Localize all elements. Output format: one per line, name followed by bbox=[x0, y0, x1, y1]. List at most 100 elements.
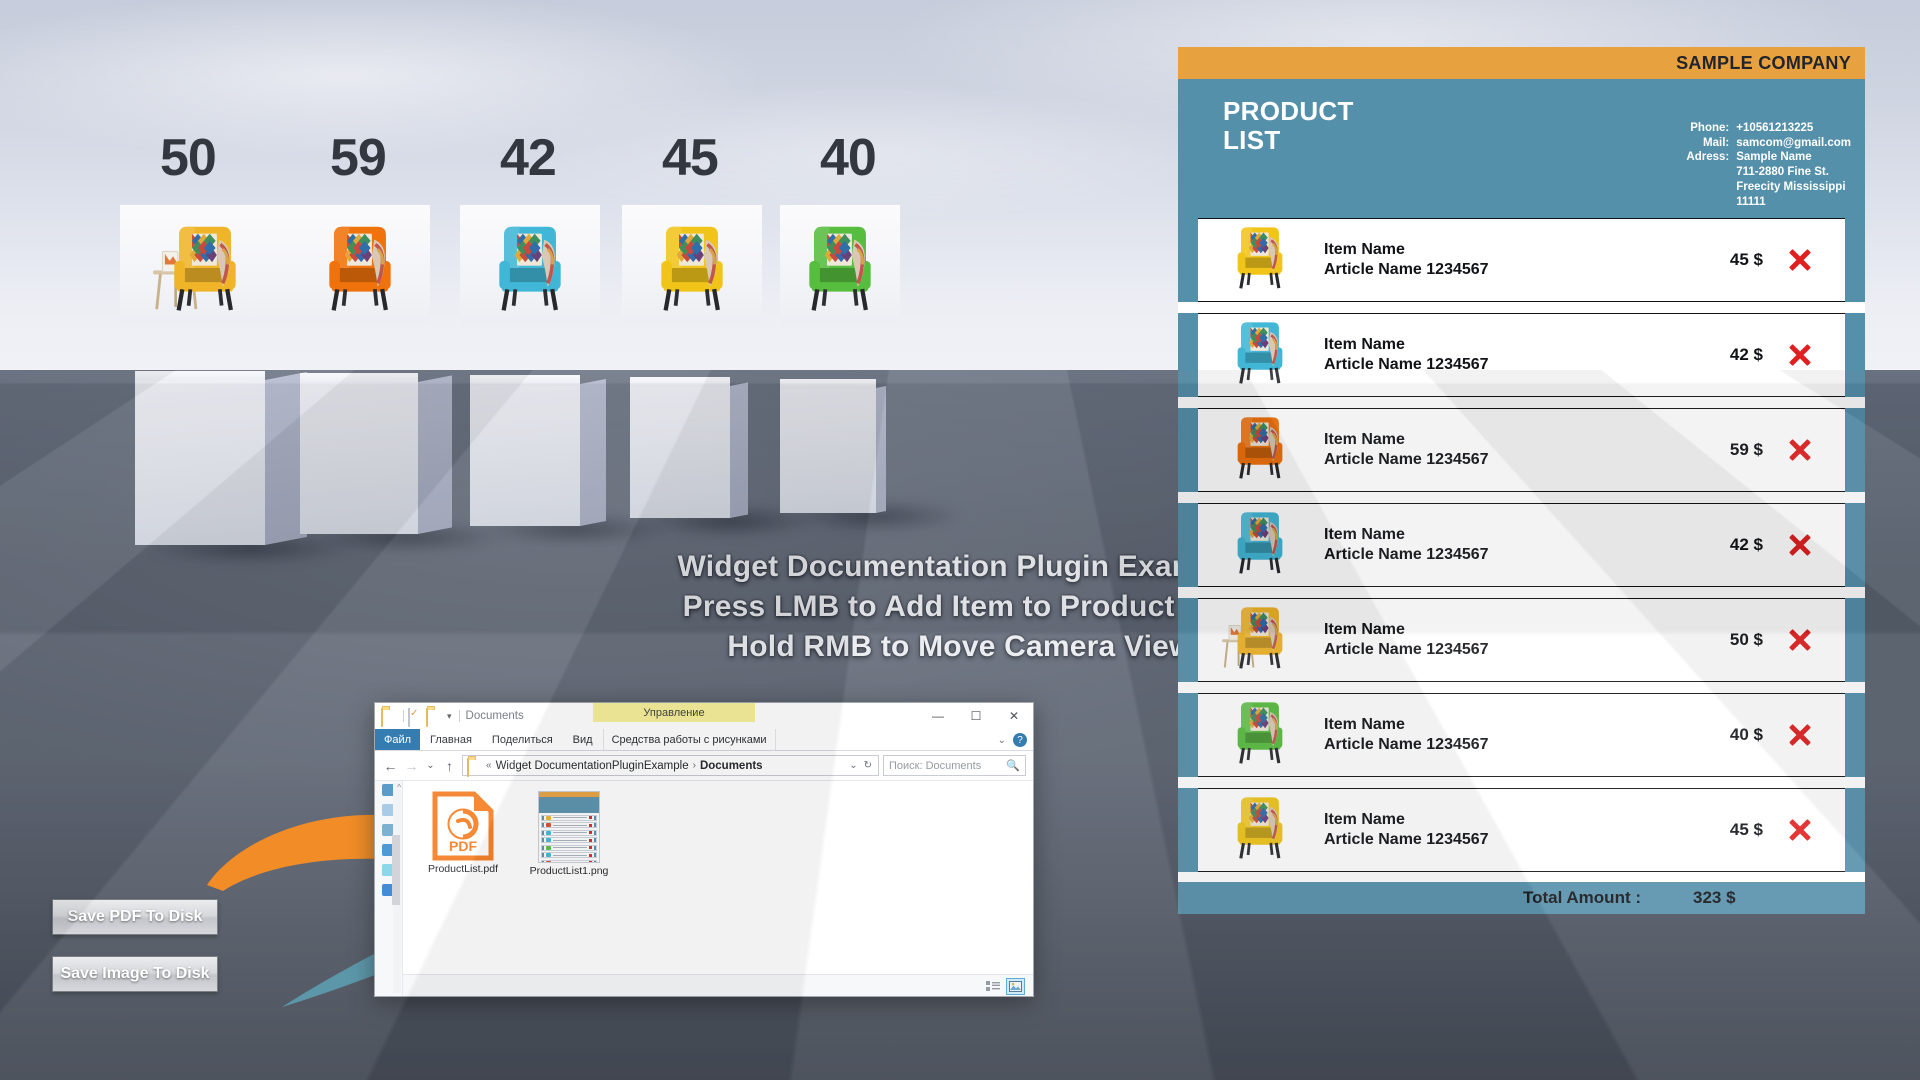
properties-icon[interactable] bbox=[408, 708, 422, 727]
help-icon[interactable]: ? bbox=[1013, 733, 1027, 747]
product-price: 40 $ bbox=[1729, 725, 1763, 744]
product-text-block: Item Name Article Name 1234567 bbox=[1314, 620, 1667, 661]
maximize-button[interactable]: ☐ bbox=[957, 703, 995, 729]
company-name: SAMPLE COMPANY bbox=[1676, 52, 1851, 73]
explorer-titlebar[interactable]: ▾ Documents Управление — ☐ ✕ bbox=[375, 703, 1033, 729]
explorer-ribbon[interactable]: Файл Главная Поделиться Вид Средства раб… bbox=[375, 729, 1033, 751]
product-article-name: Article Name 1234567 bbox=[1324, 356, 1489, 373]
product-text-block: Item Name Article Name 1234567 bbox=[1314, 240, 1667, 281]
contact-label-address: Adress: bbox=[1686, 151, 1730, 164]
delete-item-button[interactable] bbox=[1763, 722, 1837, 748]
ribbon-tab-share[interactable]: Поделиться bbox=[482, 729, 563, 750]
product-list-panel[interactable]: SAMPLE COMPANY PRODUCT LIST Phone: Mail:… bbox=[1178, 47, 1865, 1018]
table-row[interactable]: Item Name Article Name 1234567 59 $ bbox=[1178, 408, 1865, 492]
file-list-area[interactable]: PDF ProductList.pdf ProductList1.png bbox=[403, 781, 1033, 996]
product-article-name: Article Name 1234567 bbox=[1324, 641, 1489, 658]
address-bar[interactable]: « Widget DocumentationPluginExample › Do… bbox=[462, 755, 879, 777]
minimize-button[interactable]: — bbox=[919, 703, 957, 729]
breadcrumb-separator-icon: › bbox=[692, 760, 696, 771]
explorer-navigation-pane[interactable]: ^ bbox=[375, 781, 403, 996]
breadcrumb-segment-project[interactable]: Widget DocumentationPluginExample bbox=[496, 760, 689, 772]
product-item-name: Item Name bbox=[1324, 240, 1405, 258]
product-thumbnail bbox=[1206, 414, 1314, 486]
product-text-block: Item Name Article Name 1234567 bbox=[1314, 335, 1667, 376]
save-image-to-disk-button[interactable]: Save Image To Disk bbox=[52, 956, 218, 992]
table-row[interactable]: Item Name Article Name 1234567 45 $ bbox=[1178, 788, 1865, 872]
delete-item-button[interactable] bbox=[1763, 437, 1837, 463]
contextual-tab-header[interactable]: Управление bbox=[593, 703, 755, 722]
large-icons-view-button[interactable] bbox=[1006, 978, 1025, 995]
chevron-down-icon[interactable]: ⌄ bbox=[849, 760, 857, 771]
delete-item-button[interactable] bbox=[1763, 817, 1837, 843]
delete-item-button[interactable] bbox=[1763, 627, 1837, 653]
product-article-name: Article Name 1234567 bbox=[1324, 831, 1489, 848]
save-pdf-to-disk-button[interactable]: Save PDF To Disk bbox=[52, 899, 218, 935]
back-button[interactable]: ← bbox=[382, 756, 399, 776]
ribbon-tab-home[interactable]: Главная bbox=[420, 729, 482, 750]
scene-product-card-1[interactable] bbox=[120, 205, 290, 325]
explorer-navigation-bar[interactable]: ← → ⌄ ↑ « Widget DocumentationPluginExam… bbox=[375, 751, 1033, 781]
chevron-down-icon: ⌄ bbox=[426, 760, 435, 771]
table-row[interactable]: Item Name Article Name 1234567 45 $ bbox=[1178, 218, 1865, 302]
product-price: 59 $ bbox=[1729, 440, 1763, 459]
contact-values: +10561213225 samcom@gmail.com Sample Nam… bbox=[1736, 121, 1851, 209]
search-input[interactable]: Поиск: Documents 🔍 bbox=[883, 755, 1026, 776]
folder-icon[interactable] bbox=[381, 708, 395, 727]
scene-pedestal-1[interactable] bbox=[135, 371, 307, 545]
delete-item-button[interactable] bbox=[1763, 532, 1837, 558]
refresh-icon[interactable]: ↻ bbox=[864, 760, 872, 771]
scene-pedestal-5[interactable] bbox=[780, 379, 886, 513]
scene-product-card-2[interactable] bbox=[290, 205, 430, 325]
file-item-productlist-pdf[interactable]: PDF ProductList.pdf bbox=[421, 791, 505, 996]
contact-info: Phone: Mail: Adress: +10561213225 samcom… bbox=[1686, 121, 1851, 209]
product-list-header: PRODUCT LIST Phone: Mail: Adress: +10561… bbox=[1178, 79, 1865, 215]
table-row[interactable]: Item Name Article Name 1234567 42 $ bbox=[1178, 503, 1865, 587]
path-overflow-icon[interactable]: « bbox=[486, 760, 492, 771]
close-icon bbox=[1787, 342, 1813, 368]
table-row[interactable]: Item Name Article Name 1234567 50 $ bbox=[1178, 598, 1865, 682]
file-item-productlist-png[interactable]: ProductList1.png bbox=[527, 791, 611, 996]
scene-product-card-5[interactable] bbox=[780, 205, 900, 325]
chevron-down-icon[interactable]: ▾ bbox=[447, 711, 452, 722]
ribbon-tab-picture-tools[interactable]: Средства работы с рисунками bbox=[602, 729, 776, 750]
scene-product-card-4[interactable] bbox=[622, 205, 762, 325]
table-row[interactable]: Item Name Article Name 1234567 42 $ bbox=[1178, 313, 1865, 397]
scene-pedestal-4[interactable] bbox=[630, 377, 748, 518]
explorer-status-bar[interactable] bbox=[403, 974, 1033, 996]
product-text-block: Item Name Article Name 1234567 bbox=[1314, 525, 1667, 566]
close-button[interactable]: ✕ bbox=[995, 703, 1033, 729]
delete-item-button[interactable] bbox=[1763, 342, 1837, 368]
forward-button[interactable]: → bbox=[403, 756, 420, 776]
product-article-name: Article Name 1234567 bbox=[1324, 736, 1489, 753]
sidebar-scrollbar[interactable]: ^ bbox=[392, 783, 401, 993]
table-row[interactable]: Item Name Article Name 1234567 40 $ bbox=[1178, 693, 1865, 777]
contextual-tab-label: Управление bbox=[643, 706, 705, 719]
scrollbar-thumb[interactable] bbox=[392, 835, 400, 905]
close-icon bbox=[1787, 722, 1813, 748]
delete-item-button[interactable] bbox=[1763, 247, 1837, 273]
up-button[interactable]: ↑ bbox=[441, 756, 458, 776]
scene-pedestal-2[interactable] bbox=[300, 373, 452, 534]
scene-product-card-3[interactable] bbox=[460, 205, 600, 325]
window-controls[interactable]: — ☐ ✕ bbox=[919, 703, 1033, 729]
scene-pedestal-3[interactable] bbox=[470, 375, 606, 526]
product-price: 42 $ bbox=[1729, 535, 1763, 554]
close-icon: ✕ bbox=[1008, 709, 1020, 723]
product-article-name: Article Name 1234567 bbox=[1324, 546, 1489, 563]
ribbon-right-controls[interactable]: ⌄ ? bbox=[998, 729, 1027, 751]
collapse-ribbon-icon[interactable]: ⌄ bbox=[998, 735, 1006, 746]
windows-explorer-window[interactable]: ▾ Documents Управление — ☐ ✕ Файл Главна… bbox=[374, 702, 1034, 997]
ribbon-tab-view[interactable]: Вид bbox=[563, 729, 603, 750]
ribbon-tab-file[interactable]: Файл bbox=[375, 729, 421, 750]
breadcrumb-segment-documents[interactable]: Documents bbox=[700, 760, 763, 772]
product-rows-container[interactable]: Item Name Article Name 1234567 45 $ Item… bbox=[1178, 215, 1865, 872]
contact-value-mail: samcom@gmail.com bbox=[1736, 136, 1851, 149]
product-item-name: Item Name bbox=[1324, 620, 1405, 638]
recent-locations-button[interactable]: ⌄ bbox=[424, 756, 437, 776]
details-view-button[interactable] bbox=[983, 978, 1002, 995]
new-folder-icon[interactable] bbox=[426, 708, 440, 727]
address-bar-controls[interactable]: ⌄ ↻ bbox=[849, 760, 874, 771]
file-name-label: ProductList.pdf bbox=[427, 863, 499, 875]
ribbon-tab-home-label: Главная bbox=[430, 733, 472, 746]
scroll-up-icon[interactable]: ^ bbox=[397, 783, 401, 792]
